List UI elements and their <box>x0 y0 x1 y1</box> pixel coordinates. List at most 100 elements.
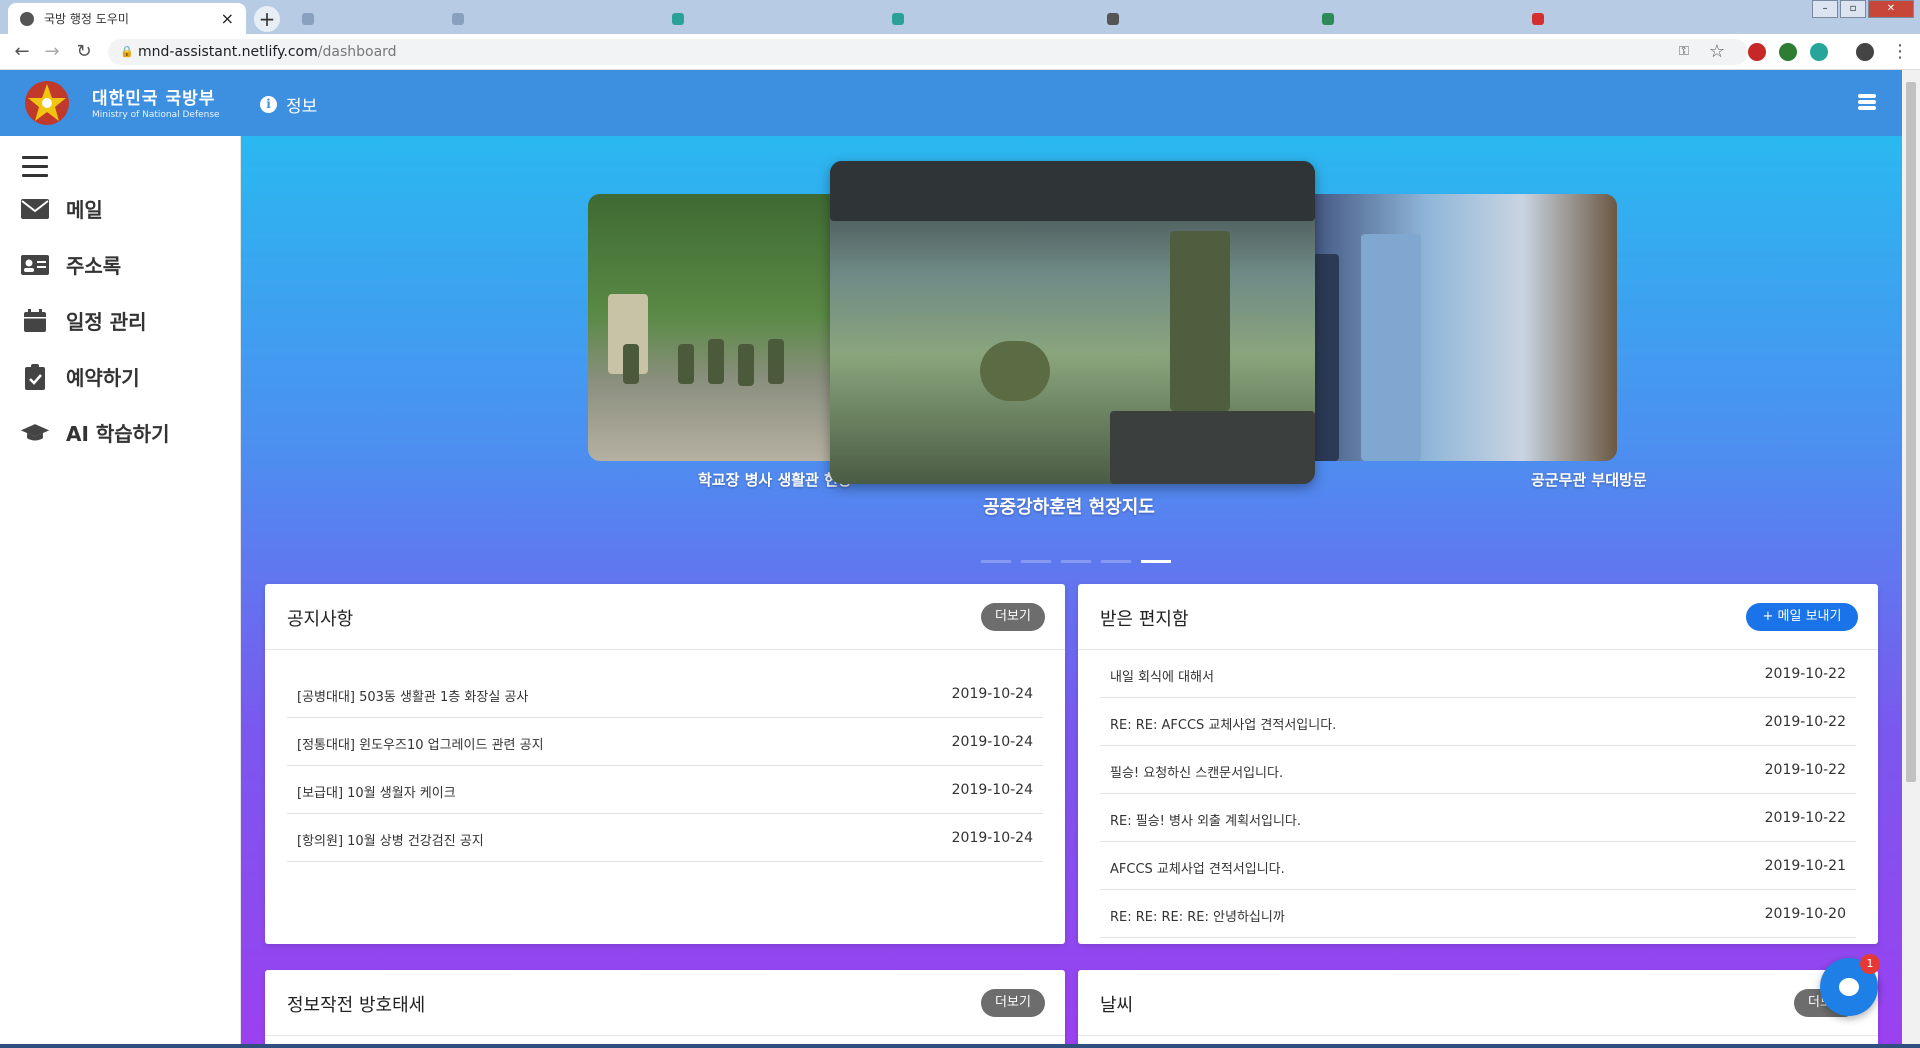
mail-subject: RE: 필승! 병사 외출 계획서입니다. <box>1110 814 1302 829</box>
extension-icon[interactable] <box>1748 43 1766 61</box>
profile-avatar[interactable] <box>1856 43 1874 61</box>
carousel-dot[interactable] <box>981 560 1011 563</box>
dashboard-main: 학교장 병사 생활관 현장 공군무관 부대방문 공중강하훈련 현장지도 공지사항… <box>241 136 1902 1048</box>
inbox-card: 받은 편지함 + 메일 보내기 내일 회식에 대해서 2019-10-22 RE… <box>1078 584 1878 944</box>
list-item[interactable]: 내일 회식에 대해서 2019-10-22 <box>1100 650 1856 698</box>
list-item[interactable]: RE: 필승! 병사 외출 계획서입니다. 2019-10-22 <box>1100 794 1856 842</box>
sidebar-item-ai-learning[interactable]: AI 학습하기 <box>20 418 169 447</box>
sidebar: 메일 주소록 일정 관리 예약하기 AI 학습하기 <box>0 136 241 1048</box>
menu-toggle-icon[interactable] <box>22 156 48 183</box>
favicon-icon <box>672 12 684 25</box>
more-button[interactable]: 더보기 <box>981 989 1045 1017</box>
scrollbar-thumb[interactable] <box>1906 82 1916 782</box>
globe-icon <box>20 11 34 26</box>
carousel-dot[interactable] <box>1061 560 1091 563</box>
card-header: 공지사항 더보기 <box>265 584 1065 650</box>
address-card-icon <box>20 252 50 278</box>
reload-icon[interactable]: ↻ <box>72 40 96 64</box>
card-header: 정보작전 방호태세 더보기 <box>265 970 1065 1036</box>
back-icon[interactable]: ← <box>10 40 34 64</box>
address-bar-row: ← → ↻ 🔒 mnd-assistant.netlify.com/dashbo… <box>0 34 1920 70</box>
graduation-cap-icon <box>20 420 50 446</box>
minimize-button[interactable]: – <box>1812 0 1838 18</box>
sidebar-item-addressbook[interactable]: 주소록 <box>20 250 121 279</box>
sidebar-item-reservation[interactable]: 예약하기 <box>20 362 140 391</box>
notice-date: 2019-10-24 <box>951 686 1033 702</box>
mail-date: 2019-10-20 <box>1764 906 1846 922</box>
star-icon[interactable]: ☆ <box>1705 40 1729 64</box>
extension-icon[interactable] <box>1779 43 1797 61</box>
hamburger-menu-icon[interactable] <box>1858 94 1876 112</box>
mnd-emblem-logo[interactable] <box>22 78 72 128</box>
logo-title: 대한민국 국방부 <box>92 89 216 109</box>
list-item[interactable]: [공병대대] 503동 생활관 1층 화장실 공사 2019-10-24 <box>287 670 1043 718</box>
browser-tab[interactable] <box>1095 3 1295 34</box>
url-path: /dashboard <box>317 44 397 60</box>
carousel-slide-center[interactable] <box>830 161 1315 484</box>
browser-tab-active[interactable]: 국방 행정 도우미 × <box>8 3 246 34</box>
calendar-icon <box>20 308 50 334</box>
forward-icon[interactable]: → <box>40 40 64 64</box>
close-icon[interactable]: × <box>221 9 234 28</box>
sidebar-item-label: AI 학습하기 <box>66 422 170 446</box>
favicon-icon <box>1532 12 1544 25</box>
mail-subject: RE: RE: RE: RE: 안녕하십니까 <box>1110 910 1285 925</box>
mail-date: 2019-10-22 <box>1764 810 1846 826</box>
carousel-dot-active[interactable] <box>1141 560 1171 563</box>
card-header: 날씨 더보기 <box>1078 970 1878 1036</box>
list-item[interactable]: 필승! 요청하신 스캔문서입니다. 2019-10-22 <box>1100 746 1856 794</box>
card-title: 날씨 <box>1100 995 1134 1016</box>
notice-date: 2019-10-24 <box>951 782 1033 798</box>
list-item[interactable]: [항의원] 10월 상병 건강검진 공지 2019-10-24 <box>287 814 1043 862</box>
sidebar-item-label: 주소록 <box>66 254 122 278</box>
card-title: 공지사항 <box>287 609 354 630</box>
list-item[interactable]: [보급대] 10월 생월자 케이크 2019-10-24 <box>287 766 1043 814</box>
plus-icon: + <box>1762 609 1778 624</box>
sidebar-item-schedule[interactable]: 일정 관리 <box>20 306 147 335</box>
browser-tab[interactable] <box>660 3 860 34</box>
paratrooper-figure <box>980 341 1050 401</box>
browser-tab[interactable] <box>880 3 1080 34</box>
carousel-dot[interactable] <box>1101 560 1131 563</box>
sidebar-item-label: 예약하기 <box>66 366 140 390</box>
browser-tab[interactable] <box>1310 3 1510 34</box>
extension-icon[interactable] <box>1810 43 1828 61</box>
carousel-slide-right[interactable] <box>1301 194 1617 461</box>
card-title: 정보작전 방호태세 <box>287 995 426 1016</box>
notice-title: [항의원] 10월 상병 건강검진 공지 <box>297 834 484 849</box>
soldier-figure <box>738 344 754 386</box>
notices-card: 공지사항 더보기 [공병대대] 503동 생활관 1층 화장실 공사 2019-… <box>265 584 1065 944</box>
sidebar-item-mail[interactable]: 메일 <box>20 194 103 223</box>
chat-badge: 1 <box>1860 954 1880 974</box>
favicon-icon <box>302 12 314 25</box>
soldier-figure <box>768 339 784 384</box>
mail-subject: 필승! 요청하신 스캔문서입니다. <box>1110 766 1284 781</box>
browser-tab[interactable] <box>440 3 640 34</box>
list-item[interactable]: [정통대대] 윈도우즈10 업그레이드 관련 공지 2019-10-24 <box>287 718 1043 766</box>
new-tab-button[interactable]: + <box>254 6 280 32</box>
list-item[interactable]: RE: RE: RE: RE: 안녕하십니까 2019-10-20 <box>1100 890 1856 938</box>
key-icon[interactable]: ⚿ <box>1672 40 1696 64</box>
window-close-button[interactable]: ✕ <box>1868 0 1914 18</box>
aircraft-floor <box>1110 411 1315 484</box>
maximize-button[interactable]: ▫ <box>1840 0 1866 18</box>
list-item[interactable]: AFCCS 교체사업 견적서입니다. 2019-10-21 <box>1100 842 1856 890</box>
page-scrollbar[interactable] <box>1902 70 1920 1044</box>
favicon-icon <box>452 12 464 25</box>
kebab-menu-icon[interactable]: ⋮ <box>1888 40 1912 64</box>
infosec-card: 정보작전 방호태세 더보기 <box>265 970 1065 1048</box>
more-button[interactable]: 더보기 <box>981 603 1045 631</box>
browser-tab[interactable] <box>1520 3 1700 34</box>
send-mail-button[interactable]: + 메일 보내기 <box>1746 603 1858 631</box>
browser-tab-bar: 국방 행정 도우미 × + – ▫ ✕ <box>0 0 1920 34</box>
paratrooper-figure <box>1170 231 1230 411</box>
notice-title: [정통대대] 윈도우즈10 업그레이드 관련 공지 <box>297 738 544 753</box>
list-item[interactable]: RE: RE: AFCCS 교체사업 견적서입니다. 2019-10-22 <box>1100 698 1856 746</box>
info-link[interactable]: i 정보 <box>260 92 317 117</box>
mail-subject: RE: RE: AFCCS 교체사업 견적서입니다. <box>1110 718 1337 733</box>
officer-figure <box>1361 234 1421 461</box>
carousel-dot[interactable] <box>1021 560 1051 563</box>
url-input[interactable]: 🔒 mnd-assistant.netlify.com/dashboard <box>108 39 1748 65</box>
mail-date: 2019-10-22 <box>1764 666 1846 682</box>
weather-card: 날씨 더보기 <box>1078 970 1878 1048</box>
